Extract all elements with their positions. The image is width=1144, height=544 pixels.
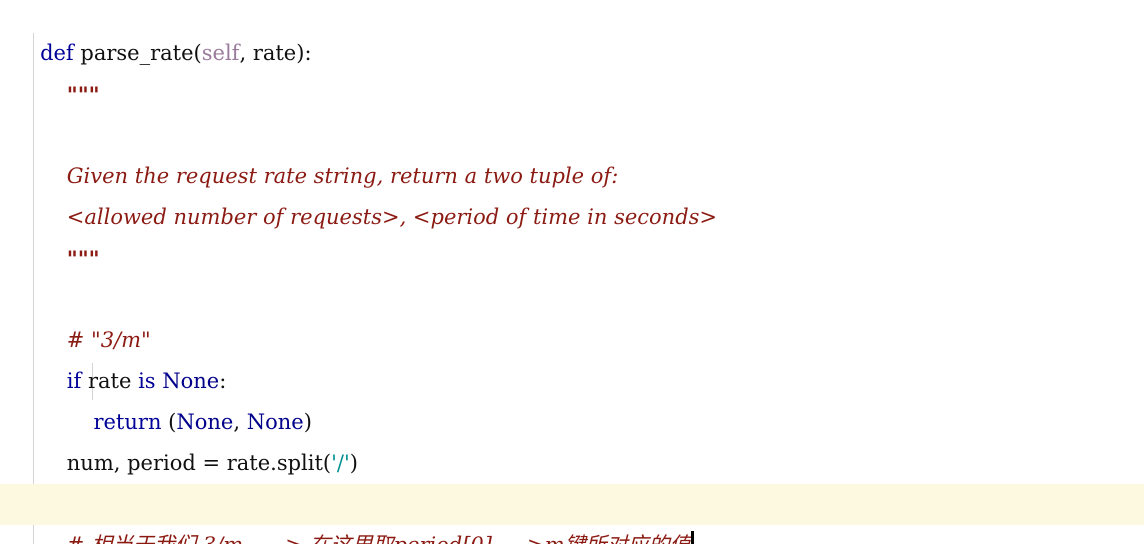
code-line-5[interactable]: <allowed number of requests>, <period of… xyxy=(0,156,1144,229)
code-editor[interactable]: def parse_rate(self, rate): """ Given th… xyxy=(0,0,1144,544)
code-line-4[interactable]: Given the request rate string, return a … xyxy=(0,115,1144,188)
code-line-2[interactable]: """ xyxy=(0,33,1144,107)
code-line-8[interactable]: # "3/m" xyxy=(0,279,1144,352)
code-line-11[interactable]: num, period = rate.split('/') xyxy=(0,402,1144,475)
code-line-9[interactable]: if rate is None: xyxy=(0,320,1144,393)
code-line-13-highlighted[interactable]: # 相当于我们 3/m -----> 在这里取period[0] ---->m键… xyxy=(0,484,1144,544)
code-line-1[interactable]: def parse_rate(self, rate): xyxy=(0,0,1144,65)
code-line-3[interactable] xyxy=(0,74,1144,115)
code-line-10[interactable]: return (None, None) xyxy=(0,361,1144,434)
code-line-12[interactable]: num_requests = int(num) xyxy=(0,443,1144,516)
code-line-7[interactable] xyxy=(0,238,1144,279)
code-line-14[interactable]: duration = {'s': 1, 'm': 60, 'h': 3600, … xyxy=(0,525,1144,544)
code-line-6[interactable]: """ xyxy=(0,197,1144,271)
code-content-area[interactable]: def parse_rate(self, rate): """ Given th… xyxy=(0,0,1144,544)
